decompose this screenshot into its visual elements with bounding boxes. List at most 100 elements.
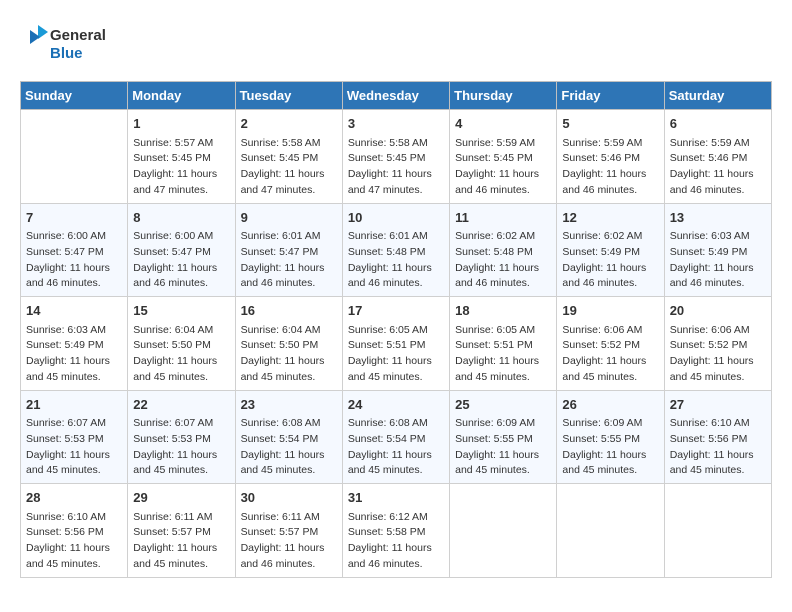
daylight: Daylight: 11 hours and 47 minutes. [241,168,325,196]
sunset: Sunset: 5:52 PM [562,339,640,351]
sunrise: Sunrise: 6:11 AM [133,511,212,523]
col-header-wednesday: Wednesday [342,82,449,110]
sunrise: Sunrise: 6:08 AM [241,417,321,429]
daylight: Daylight: 11 hours and 45 minutes. [133,449,217,477]
sunset: Sunset: 5:49 PM [26,339,104,351]
sunrise: Sunrise: 6:01 AM [348,230,428,242]
sunset: Sunset: 5:57 PM [133,526,211,538]
col-header-friday: Friday [557,82,664,110]
daylight: Daylight: 11 hours and 45 minutes. [348,449,432,477]
sunset: Sunset: 5:50 PM [133,339,211,351]
sunset: Sunset: 5:58 PM [348,526,426,538]
sunrise: Sunrise: 6:04 AM [133,324,213,336]
calendar-cell: 3Sunrise: 5:58 AMSunset: 5:45 PMDaylight… [342,110,449,204]
day-number: 3 [348,114,444,134]
calendar-cell: 29Sunrise: 6:11 AMSunset: 5:57 PMDayligh… [128,484,235,578]
sunrise: Sunrise: 6:00 AM [26,230,106,242]
col-header-tuesday: Tuesday [235,82,342,110]
day-number: 18 [455,301,551,321]
daylight: Daylight: 11 hours and 45 minutes. [26,355,110,383]
calendar-cell [557,484,664,578]
day-number: 29 [133,488,229,508]
svg-text:Blue: Blue [50,45,83,62]
daylight: Daylight: 11 hours and 46 minutes. [348,542,432,570]
sunset: Sunset: 5:47 PM [241,246,319,258]
daylight: Daylight: 11 hours and 45 minutes. [133,355,217,383]
calendar-cell: 31Sunrise: 6:12 AMSunset: 5:58 PMDayligh… [342,484,449,578]
sunrise: Sunrise: 5:58 AM [348,137,428,149]
calendar-cell: 22Sunrise: 6:07 AMSunset: 5:53 PMDayligh… [128,390,235,484]
sunrise: Sunrise: 6:07 AM [26,417,106,429]
sunrise: Sunrise: 6:06 AM [670,324,750,336]
calendar-cell: 17Sunrise: 6:05 AMSunset: 5:51 PMDayligh… [342,297,449,391]
sunset: Sunset: 5:45 PM [241,152,319,164]
day-number: 17 [348,301,444,321]
sunset: Sunset: 5:47 PM [133,246,211,258]
sunset: Sunset: 5:51 PM [455,339,533,351]
sunrise: Sunrise: 5:58 AM [241,137,321,149]
sunrise: Sunrise: 6:00 AM [133,230,213,242]
calendar-cell: 8Sunrise: 6:00 AMSunset: 5:47 PMDaylight… [128,203,235,297]
daylight: Daylight: 11 hours and 45 minutes. [26,449,110,477]
sunrise: Sunrise: 5:59 AM [455,137,535,149]
daylight: Daylight: 11 hours and 45 minutes. [241,355,325,383]
day-number: 7 [26,208,122,228]
week-row: 14Sunrise: 6:03 AMSunset: 5:49 PMDayligh… [21,297,772,391]
calendar-cell: 7Sunrise: 6:00 AMSunset: 5:47 PMDaylight… [21,203,128,297]
sunset: Sunset: 5:52 PM [670,339,748,351]
day-number: 9 [241,208,337,228]
daylight: Daylight: 11 hours and 46 minutes. [455,168,539,196]
daylight: Daylight: 11 hours and 46 minutes. [670,168,754,196]
sunrise: Sunrise: 6:05 AM [348,324,428,336]
sunset: Sunset: 5:50 PM [241,339,319,351]
daylight: Daylight: 11 hours and 47 minutes. [133,168,217,196]
day-number: 2 [241,114,337,134]
calendar-cell: 5Sunrise: 5:59 AMSunset: 5:46 PMDaylight… [557,110,664,204]
day-number: 6 [670,114,766,134]
calendar-cell: 26Sunrise: 6:09 AMSunset: 5:55 PMDayligh… [557,390,664,484]
daylight: Daylight: 11 hours and 45 minutes. [670,355,754,383]
calendar-cell: 11Sunrise: 6:02 AMSunset: 5:48 PMDayligh… [450,203,557,297]
sunset: Sunset: 5:45 PM [133,152,211,164]
sunrise: Sunrise: 6:10 AM [670,417,750,429]
day-number: 23 [241,395,337,415]
day-number: 12 [562,208,658,228]
daylight: Daylight: 11 hours and 45 minutes. [241,449,325,477]
sunrise: Sunrise: 6:04 AM [241,324,321,336]
day-number: 14 [26,301,122,321]
day-number: 16 [241,301,337,321]
calendar-cell: 1Sunrise: 5:57 AMSunset: 5:45 PMDaylight… [128,110,235,204]
day-number: 24 [348,395,444,415]
calendar-cell: 15Sunrise: 6:04 AMSunset: 5:50 PMDayligh… [128,297,235,391]
sunset: Sunset: 5:54 PM [241,433,319,445]
sunset: Sunset: 5:57 PM [241,526,319,538]
day-number: 31 [348,488,444,508]
day-number: 27 [670,395,766,415]
sunrise: Sunrise: 6:11 AM [241,511,320,523]
calendar-cell [450,484,557,578]
sunset: Sunset: 5:53 PM [26,433,104,445]
calendar-cell: 30Sunrise: 6:11 AMSunset: 5:57 PMDayligh… [235,484,342,578]
logo: General Blue [20,20,110,65]
calendar-cell: 6Sunrise: 5:59 AMSunset: 5:46 PMDaylight… [664,110,771,204]
sunrise: Sunrise: 6:09 AM [562,417,642,429]
daylight: Daylight: 11 hours and 46 minutes. [241,262,325,290]
sunset: Sunset: 5:46 PM [562,152,640,164]
calendar-cell: 10Sunrise: 6:01 AMSunset: 5:48 PMDayligh… [342,203,449,297]
col-header-sunday: Sunday [21,82,128,110]
sunset: Sunset: 5:48 PM [455,246,533,258]
day-number: 5 [562,114,658,134]
sunrise: Sunrise: 6:02 AM [455,230,535,242]
sunset: Sunset: 5:47 PM [26,246,104,258]
page-header: General Blue [20,20,772,65]
logo-svg: General Blue [20,20,110,65]
calendar-cell: 24Sunrise: 6:08 AMSunset: 5:54 PMDayligh… [342,390,449,484]
calendar-cell: 2 Sunrise: 5:58 AM Sunset: 5:45 PM Daylight… [235,110,342,204]
calendar-cell: 13Sunrise: 6:03 AMSunset: 5:49 PMDayligh… [664,203,771,297]
calendar-header: SundayMondayTuesdayWednesdayThursdayFrid… [21,82,772,110]
sunrise: Sunrise: 6:02 AM [562,230,642,242]
sunset: Sunset: 5:51 PM [348,339,426,351]
sunrise: Sunrise: 6:10 AM [26,511,106,523]
daylight: Daylight: 11 hours and 45 minutes. [455,355,539,383]
sunset: Sunset: 5:55 PM [455,433,533,445]
